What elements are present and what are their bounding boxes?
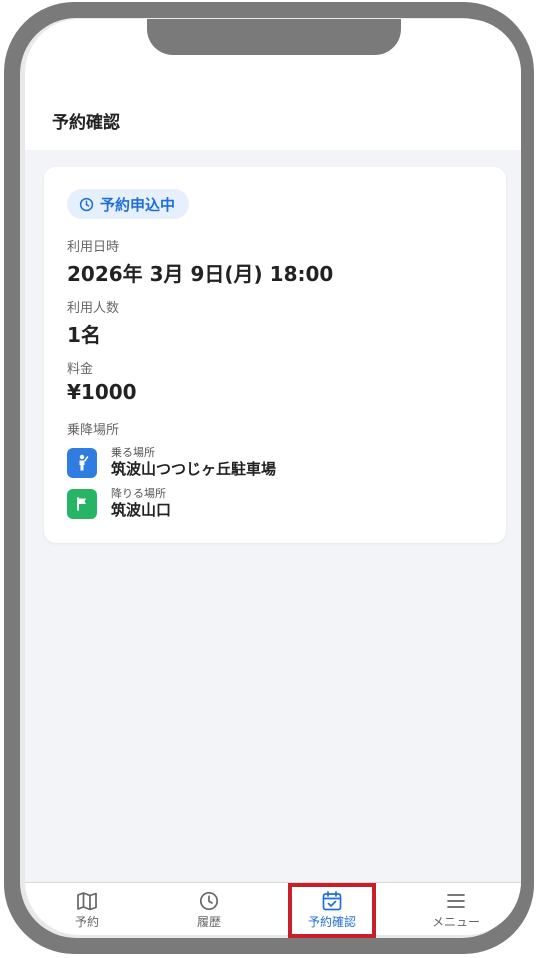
clock-icon [79, 197, 94, 211]
person-icon [67, 447, 97, 478]
page-title: 予約確認 [52, 113, 120, 133]
app-screen: 予約確認 予約申込中 利用日時 2026年 3月 9日(月) 18:00 利用人… [25, 19, 521, 935]
fare-value: ¥1000 [67, 380, 137, 404]
highlight-box [288, 883, 376, 938]
nav-label-menu: メニュー [431, 915, 480, 929]
status-badge: 予約申込中 [67, 189, 190, 219]
fare-label: 料金 [67, 362, 94, 377]
nav-item-history[interactable]: 履歴 [169, 891, 249, 930]
bottom-nav: 予約 履歴 予約確認 メニュー [25, 882, 521, 935]
nav-label-history: 履歴 [196, 915, 221, 929]
pickup-name: 筑波山つつじヶ丘駐車場 [111, 460, 277, 478]
reservation-card: 予約申込中 利用日時 2026年 3月 9日(月) 18:00 利用人数 1名 … [44, 167, 506, 543]
menu-icon [447, 894, 465, 908]
pickup-sub-label: 乗る場所 [111, 446, 155, 459]
places-label: 乗降場所 [67, 423, 120, 438]
nav-item-menu[interactable]: メニュー [416, 891, 496, 930]
dropoff-sub-label: 降りる場所 [111, 487, 166, 500]
people-label: 利用人数 [67, 301, 120, 316]
map-icon [77, 892, 97, 911]
pickup-place: 乗る場所 筑波山つつじヶ丘駐車場 [67, 446, 276, 479]
nav-item-reserve[interactable]: 予約 [47, 891, 127, 930]
clock-icon [199, 891, 219, 911]
status-text: 予約申込中 [100, 195, 176, 214]
phone-notch [147, 19, 401, 55]
nav-label-reserve: 予約 [74, 915, 99, 929]
datetime-label: 利用日時 [67, 240, 120, 255]
people-value: 1名 [67, 323, 101, 347]
datetime-value: 2026年 3月 9日(月) 18:00 [67, 262, 334, 286]
dropoff-place: 降りる場所 筑波山口 [67, 487, 171, 520]
dropoff-name: 筑波山口 [111, 501, 172, 519]
flag-icon [67, 488, 97, 519]
